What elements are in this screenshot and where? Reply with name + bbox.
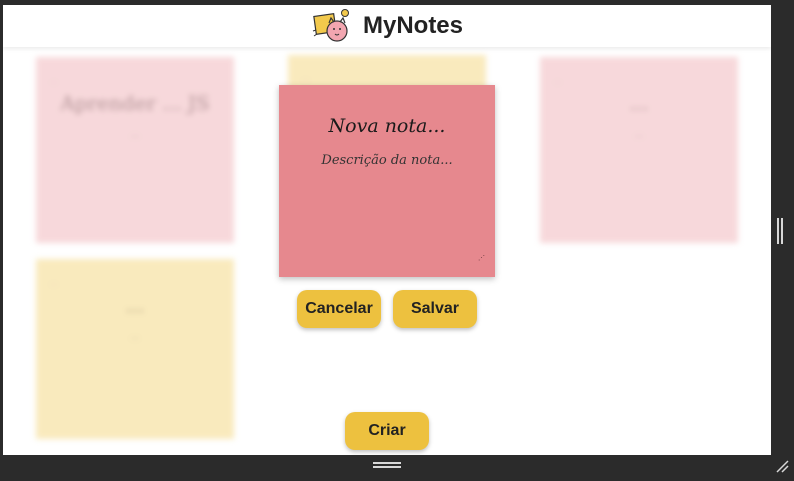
create-button[interactable]: Criar bbox=[345, 412, 429, 450]
save-button[interactable]: Salvar bbox=[393, 290, 477, 328]
cat-note-logo-icon bbox=[312, 9, 349, 42]
app-title: MyNotes bbox=[362, 12, 464, 39]
note-title-input[interactable]: Nova nota... bbox=[279, 115, 495, 137]
app-window: MyNotes ... Aprender ... JS ... ... ... … bbox=[3, 5, 771, 455]
note-description-input[interactable]: Descrição da nota... bbox=[279, 153, 495, 168]
window-resize-icon[interactable] bbox=[774, 458, 790, 474]
cancel-button[interactable]: Cancelar bbox=[297, 290, 381, 328]
app-header: MyNotes bbox=[3, 5, 771, 47]
new-note-editor: Nova nota... Descrição da nota... ⋰ bbox=[279, 85, 495, 277]
resize-handle-icon[interactable]: ⋰ bbox=[478, 254, 485, 262]
horizontal-splitter-handle[interactable] bbox=[373, 462, 401, 468]
vertical-splitter-handle[interactable] bbox=[777, 218, 783, 244]
